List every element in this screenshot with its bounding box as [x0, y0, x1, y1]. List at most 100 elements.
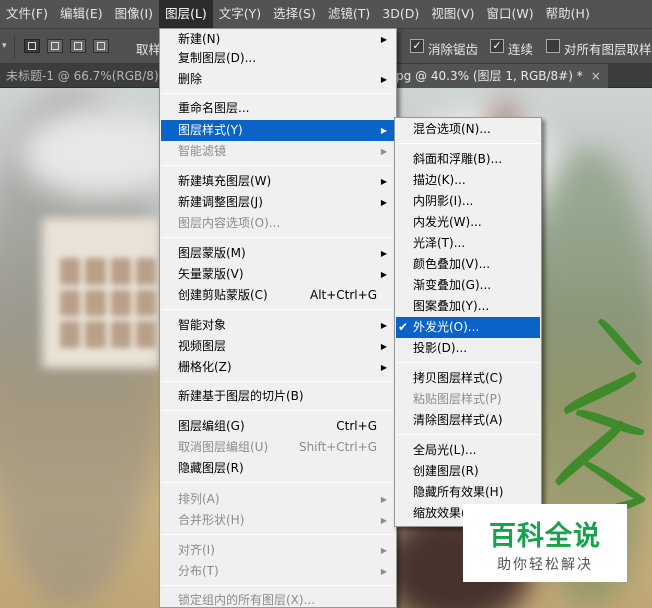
menu-item-hide-layers[interactable]: 隐藏图层(R) [161, 458, 395, 479]
menu-divider [162, 309, 394, 310]
menu-select[interactable]: 选择(S) [267, 0, 322, 28]
menu-item-layer-content-options[interactable]: 图层内容选项(O)... [161, 213, 395, 234]
menu-image[interactable]: 图像(I) [109, 0, 159, 28]
menu-item-paste-layer-style[interactable]: 粘贴图层样式(P) [396, 389, 540, 410]
watermark-logo: 百科全说 助你轻松解决 [463, 504, 627, 582]
menu-item-label: 混合选项(N)... [413, 122, 491, 136]
close-tab-icon[interactable]: × [591, 69, 601, 83]
menu-item-copy-layer-style[interactable]: 拷贝图层样式(C) [396, 368, 540, 389]
menu-divider [162, 165, 394, 166]
menu-item-label: 新建(N) [178, 32, 221, 46]
menu-item-stroke[interactable]: 描边(K)... [396, 170, 540, 191]
menu-item-color-overlay[interactable]: 颜色叠加(V)... [396, 254, 540, 275]
menu-item-inner-glow[interactable]: 内发光(W)... [396, 212, 540, 233]
menu-item-lock-all-layers[interactable]: 锁定组内的所有图层(X)... [161, 590, 395, 608]
intersect-selection-icon[interactable] [93, 39, 109, 53]
menu-item-duplicate-layer[interactable]: 复制图层(D)... [161, 48, 395, 69]
menu-item-create-layers[interactable]: 创建图层(R) [396, 461, 540, 482]
menu-file[interactable]: 文件(F) [0, 0, 54, 28]
menu-divider [162, 534, 394, 535]
menu-item-ungroup-layers[interactable]: 取消图层编组(U) Shift+Ctrl+G [161, 437, 395, 458]
tab-705-jpg[interactable]: 705.jpg @ 40.3% (图层 1, RGB/8#) * × [360, 64, 608, 88]
menu-item-label: 隐藏所有效果(H) [413, 485, 504, 499]
menu-item-label: 隐藏图层(R) [178, 461, 244, 475]
menu-item-label: 复制图层(D)... [178, 51, 257, 65]
menu-item-new-adjustment-layer[interactable]: 新建调整图层(J) ▶ [161, 192, 395, 213]
menu-help[interactable]: 帮助(H) [540, 0, 596, 28]
contiguous-checkbox[interactable]: ✓ [490, 39, 504, 53]
menu-item-label: 智能滤镜 [178, 144, 227, 158]
menu-item-smart-filter[interactable]: 智能滤镜 ▶ [161, 141, 395, 162]
tab-title: 未标题-1 @ 66.7%(RGB/8) * [6, 69, 169, 83]
menu-item-clear-layer-style[interactable]: 清除图层样式(A) [396, 410, 540, 431]
antialias-label: 消除锯齿 [428, 42, 479, 57]
menu-item-outer-glow[interactable]: ✔ 外发光(O)... [396, 317, 540, 338]
menu-item-smart-object[interactable]: 智能对象 ▶ [161, 315, 395, 336]
menu-item-distribute[interactable]: 分布(T) ▶ [161, 561, 395, 582]
subtract-selection-icon[interactable] [70, 39, 86, 53]
menu-item-new-layer-based-slice[interactable]: 新建基于图层的切片(B) [161, 386, 395, 407]
menu-item-align[interactable]: 对齐(I) ▶ [161, 540, 395, 561]
tool-preset-dropdown-icon[interactable]: ▾ [2, 41, 7, 51]
submenu-arrow-icon: ▶ [380, 177, 387, 186]
menu-item-video-layer[interactable]: 视频图层 ▶ [161, 336, 395, 357]
watermark-title: 百科全说 [489, 521, 601, 552]
add-to-selection-icon[interactable] [47, 39, 63, 53]
menu-view[interactable]: 视图(V) [425, 0, 480, 28]
menu-item-blending-options[interactable]: 混合选项(N)... [396, 119, 540, 140]
submenu-arrow-icon: ▶ [380, 147, 387, 156]
canvas-shop-shelves [60, 258, 156, 348]
menu-item-rename-layer[interactable]: 重命名图层... [161, 98, 395, 119]
menu-item-group-layers[interactable]: 图层编组(G) Ctrl+G [161, 416, 395, 437]
menu-item-global-light[interactable]: 全局光(L)... [396, 440, 540, 461]
menu-item-bevel-emboss[interactable]: 斜面和浮雕(B)... [396, 149, 540, 170]
sample-all-layers-checkbox[interactable] [546, 39, 560, 53]
menu-item-delete[interactable]: 删除 ▶ [161, 69, 395, 90]
menu-item-label: 图案叠加(Y)... [413, 299, 490, 313]
menu-item-label: 图层样式(Y) [178, 123, 243, 137]
menu-item-gradient-overlay[interactable]: 渐变叠加(G)... [396, 275, 540, 296]
menu-divider [162, 482, 394, 483]
menu-item-combine-shapes[interactable]: 合并形状(H) ▶ [161, 510, 395, 531]
menu-filter[interactable]: 滤镜(T) [322, 0, 376, 28]
checkmark-icon: ✔ [398, 320, 409, 334]
menu-item-drop-shadow[interactable]: 投影(D)... [396, 338, 540, 359]
menu-item-layer-mask[interactable]: 图层蒙版(M) ▶ [161, 243, 395, 264]
menu-item-label: 内阴影(I)... [413, 194, 474, 208]
menu-layer[interactable]: 图层(L) [159, 0, 213, 28]
menu-3d[interactable]: 3D(D) [376, 0, 425, 28]
tab-untitled-1[interactable]: 未标题-1 @ 66.7%(RGB/8) * [0, 64, 168, 88]
menu-item-shortcut: Alt+Ctrl+G [309, 288, 377, 302]
menu-item-layer-style[interactable]: 图层样式(Y) ▶ [161, 120, 395, 141]
menu-item-label: 创建剪贴蒙版(C) [178, 288, 268, 302]
submenu-arrow-icon: ▶ [380, 363, 387, 372]
menu-item-vector-mask[interactable]: 矢量蒙版(V) ▶ [161, 264, 395, 285]
menu-item-arrange[interactable]: 排列(A) ▶ [161, 489, 395, 510]
antialias-checkbox[interactable]: ✓ [410, 39, 424, 53]
menu-item-satin[interactable]: 光泽(T)... [396, 233, 540, 254]
canvas-light-area [20, 108, 180, 198]
menu-item-rasterize[interactable]: 栅格化(Z) ▶ [161, 357, 395, 378]
menu-item-create-clipping-mask[interactable]: 创建剪贴蒙版(C) Alt+Ctrl+G [161, 285, 395, 306]
menu-edit[interactable]: 编辑(E) [54, 0, 109, 28]
menu-bar: 文件(F) 编辑(E) 图像(I) 图层(L) 文字(Y) 选择(S) 滤镜(T… [0, 0, 652, 28]
menu-item-label: 拷贝图层样式(C) [413, 371, 503, 385]
menu-item-label: 新建填充图层(W) [178, 174, 272, 188]
menu-item-label: 内发光(W)... [413, 215, 482, 229]
menu-type[interactable]: 文字(Y) [213, 0, 267, 28]
menu-item-new-fill-layer[interactable]: 新建填充图层(W) ▶ [161, 171, 395, 192]
watermark-subtitle: 助你轻松解决 [497, 557, 593, 573]
new-selection-icon[interactable] [24, 39, 40, 53]
menu-item-inner-shadow[interactable]: 内阴影(I)... [396, 191, 540, 212]
menu-item-label: 描边(K)... [413, 173, 466, 187]
menu-item-pattern-overlay[interactable]: 图案叠加(Y)... [396, 296, 540, 317]
menu-item-new[interactable]: 新建(N) ▶ [161, 29, 395, 50]
menu-item-label: 投影(D)... [413, 341, 468, 355]
submenu-arrow-icon: ▶ [380, 198, 387, 207]
menu-item-label: 对齐(I) [178, 543, 215, 557]
menu-divider [162, 381, 394, 382]
menu-item-label: 排列(A) [178, 492, 220, 506]
menu-window[interactable]: 窗口(W) [481, 0, 540, 28]
menu-item-hide-all-effects[interactable]: 隐藏所有效果(H) [396, 482, 540, 503]
menu-item-label: 清除图层样式(A) [413, 413, 503, 427]
